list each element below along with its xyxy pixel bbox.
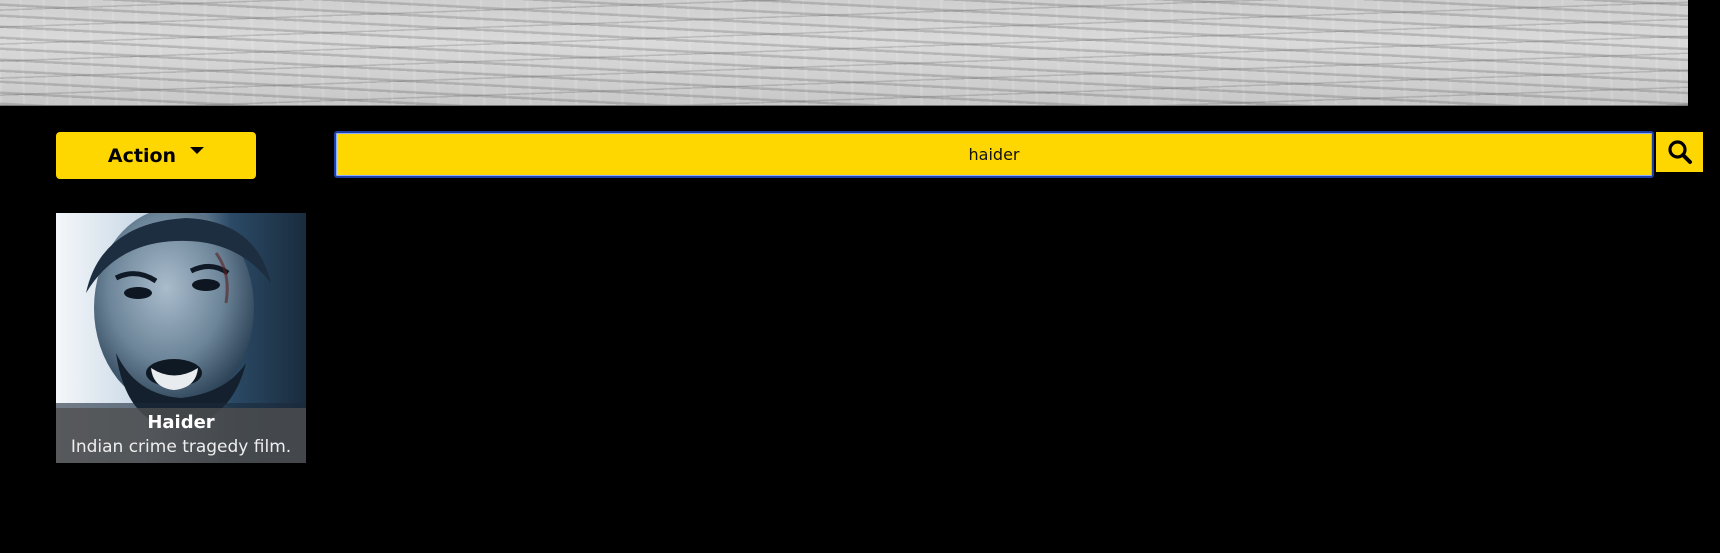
movie-title: Haider: [147, 412, 215, 433]
search-input[interactable]: [334, 131, 1654, 178]
genre-dropdown-label: Action: [107, 144, 177, 167]
search-icon: [1667, 140, 1692, 164]
movie-card-caption: Haider Indian crime tragedy film.: [56, 408, 306, 463]
header-banner-image: [0, 0, 1688, 106]
genre-dropdown-button[interactable]: Action: [56, 132, 256, 179]
movie-description: Indian crime tragedy film.: [70, 437, 292, 457]
chevron-down-icon: [190, 147, 205, 154]
search-button[interactable]: [1656, 132, 1703, 172]
movie-card[interactable]: Haider Indian crime tragedy film.: [56, 213, 306, 463]
